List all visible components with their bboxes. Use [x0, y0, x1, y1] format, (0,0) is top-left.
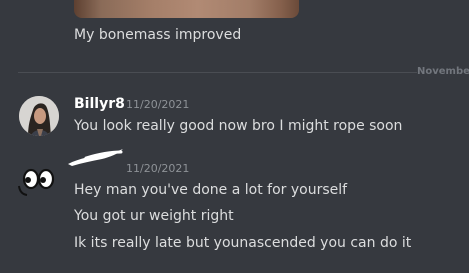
message-text: Ik its really late but younascended you … — [74, 235, 412, 251]
date-divider-line — [18, 72, 417, 73]
user-avatar[interactable] — [19, 96, 59, 136]
message-text: My bonemass improved — [74, 27, 242, 43]
message-text: You look really good now bro I might rop… — [74, 118, 403, 134]
message-timestamp: 11/20/2021 — [126, 98, 190, 111]
image-attachment[interactable] — [74, 0, 299, 18]
message-text: You got ur weight right — [74, 208, 234, 224]
avatar-image — [19, 96, 59, 136]
message-username[interactable]: Billyr8 — [74, 95, 125, 113]
message-timestamp: 11/20/2021 — [126, 162, 190, 175]
message-text: Hey man you've done a lot for yourself — [74, 182, 348, 198]
date-divider-label: November — [417, 66, 469, 77]
eyes-avatar-icon[interactable] — [17, 164, 61, 198]
redacted-username-scribble — [68, 149, 123, 166]
